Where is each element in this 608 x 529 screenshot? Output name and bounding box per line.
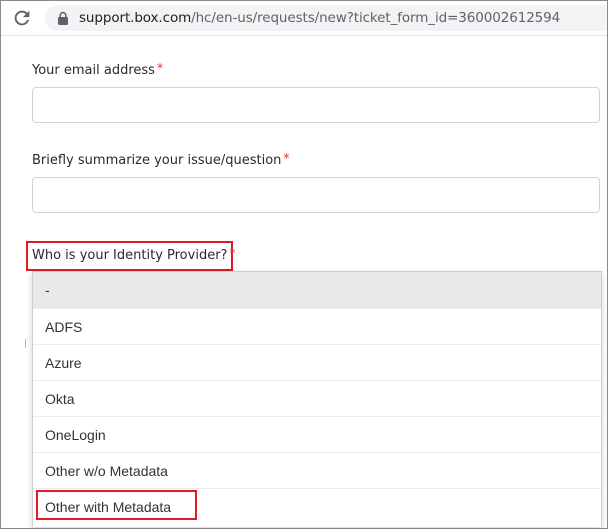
summary-label-text: Briefly summarize your issue/question — [32, 153, 282, 168]
url-path: /hc/en-us/requests/new?ticket_form_id=36… — [191, 10, 561, 26]
idp-dropdown[interactable]: - ADFS Azure Okta OneLogin Other w/o Met… — [32, 271, 602, 527]
url-host: support.box.com — [79, 10, 192, 26]
option-highlight — [36, 490, 197, 520]
summary-input[interactable] — [32, 177, 600, 213]
required-marker: * — [156, 61, 163, 75]
url-text: support.box.com/hc/en-us/requests/new?ti… — [79, 10, 560, 26]
email-label: Your email address * — [32, 61, 163, 78]
email-input[interactable] — [32, 87, 600, 123]
field-edge-behind-dropdown — [25, 339, 29, 348]
lock-icon — [58, 11, 68, 25]
address-bar: support.box.com/hc/en-us/requests/new?ti… — [1, 1, 607, 36]
url-field[interactable]: support.box.com/hc/en-us/requests/new?ti… — [45, 5, 607, 31]
idp-option-azure[interactable]: Azure — [33, 344, 601, 380]
idp-label: Who is your Identity Provider? * — [32, 246, 236, 263]
idp-option-onelogin[interactable]: OneLogin — [33, 416, 601, 452]
summary-label: Briefly summarize your issue/question * — [32, 151, 290, 168]
idp-option-other-without-metadata[interactable]: Other w/o Metadata — [33, 452, 601, 488]
required-marker: * — [283, 151, 290, 165]
required-marker: * — [229, 246, 236, 260]
idp-option-none[interactable]: - — [33, 272, 601, 308]
browser-window: support.box.com/hc/en-us/requests/new?ti… — [0, 0, 608, 529]
idp-option-okta[interactable]: Okta — [33, 380, 601, 416]
email-label-text: Your email address — [32, 63, 155, 78]
idp-label-text: Who is your Identity Provider? — [32, 248, 228, 263]
reload-icon[interactable] — [11, 7, 33, 29]
idp-option-adfs[interactable]: ADFS — [33, 308, 601, 344]
